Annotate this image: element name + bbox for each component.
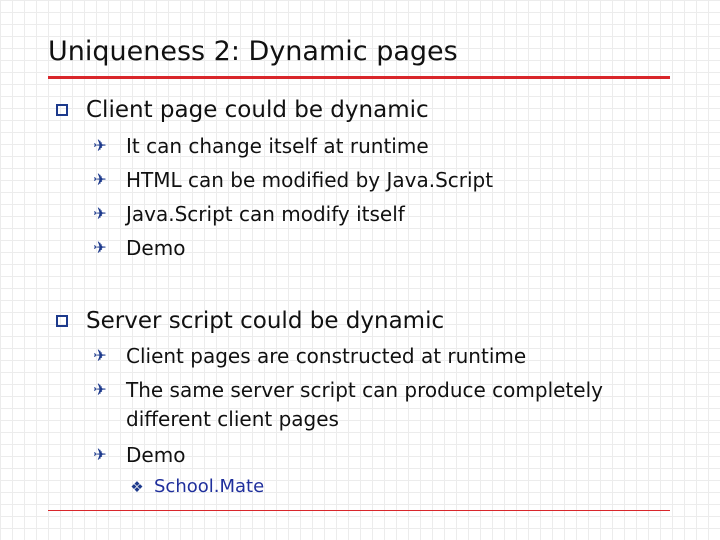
diamond-bullet-icon: ❖ bbox=[130, 478, 144, 496]
sub-list-item: ❖ School.Mate bbox=[130, 475, 264, 499]
slide: Uniqueness 2: Dynamic pages Client page … bbox=[0, 0, 720, 540]
airplane-bullet-icon: ✈ bbox=[93, 380, 107, 399]
list-item: ✈ It can change itself at runtime bbox=[92, 132, 429, 160]
airplane-bullet-icon: ✈ bbox=[93, 204, 107, 223]
list-item: ✈ Demo bbox=[92, 234, 185, 262]
list-item: ✈ Client pages are constructed at runtim… bbox=[92, 342, 526, 370]
airplane-bullet-icon: ✈ bbox=[93, 238, 107, 257]
list-item: ✈ HTML can be modified by Java.Script bbox=[92, 166, 493, 194]
airplane-bullet-icon: ✈ bbox=[93, 170, 107, 189]
list-item-text: It can change itself at runtime bbox=[126, 134, 429, 158]
list-item-text: Demo bbox=[126, 443, 186, 467]
list-item-text: Demo bbox=[126, 236, 186, 260]
list-item-text: The same server script can produce compl… bbox=[126, 378, 603, 402]
list-item-text: Client pages are constructed at runtime bbox=[126, 344, 527, 368]
square-bullet-icon bbox=[56, 315, 68, 327]
list-item-text: HTML can be modified by Java.Script bbox=[126, 168, 494, 192]
list-item-text: Java.Script can modify itself bbox=[126, 202, 405, 226]
title-underline bbox=[48, 76, 670, 79]
airplane-bullet-icon: ✈ bbox=[93, 445, 107, 464]
list-item-continuation: different client pages bbox=[126, 407, 339, 431]
slide-title: Uniqueness 2: Dynamic pages bbox=[48, 36, 458, 67]
list-item: ✈ Java.Script can modify itself bbox=[92, 200, 405, 228]
schoolmate-link[interactable]: School.Mate bbox=[154, 475, 264, 499]
airplane-bullet-icon: ✈ bbox=[93, 136, 107, 155]
section-heading-server: Server script could be dynamic bbox=[56, 306, 444, 336]
section-heading-client: Client page could be dynamic bbox=[56, 95, 429, 125]
list-item: ✈ Demo bbox=[92, 441, 185, 469]
airplane-bullet-icon: ✈ bbox=[93, 346, 107, 365]
bottom-divider bbox=[48, 510, 670, 511]
section-heading-text: Client page could be dynamic bbox=[86, 97, 429, 123]
square-bullet-icon bbox=[56, 104, 68, 116]
list-item: ✈ The same server script can produce com… bbox=[92, 376, 603, 404]
section-heading-text: Server script could be dynamic bbox=[86, 308, 445, 334]
